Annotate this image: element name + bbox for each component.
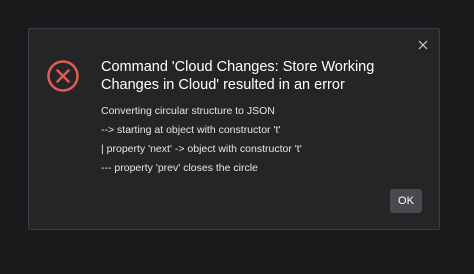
message-line: Converting circular structure to JSON [101, 105, 275, 117]
dialog-title: Command 'Cloud Changes: Store Working Ch… [101, 59, 375, 93]
message-line: --> starting at object with constructor … [101, 124, 281, 136]
ok-button[interactable]: OK [390, 189, 422, 213]
message-line: --- property 'prev' closes the circle [101, 162, 258, 174]
error-dialog: Command 'Cloud Changes: Store Working Ch… [28, 28, 440, 230]
error-message: Converting circular structure to JSON --… [101, 102, 421, 178]
message-line: | property 'next' -> object with constru… [101, 143, 302, 155]
error-circle-x-icon [47, 60, 79, 92]
close-button[interactable] [415, 37, 431, 53]
close-icon [418, 40, 428, 50]
